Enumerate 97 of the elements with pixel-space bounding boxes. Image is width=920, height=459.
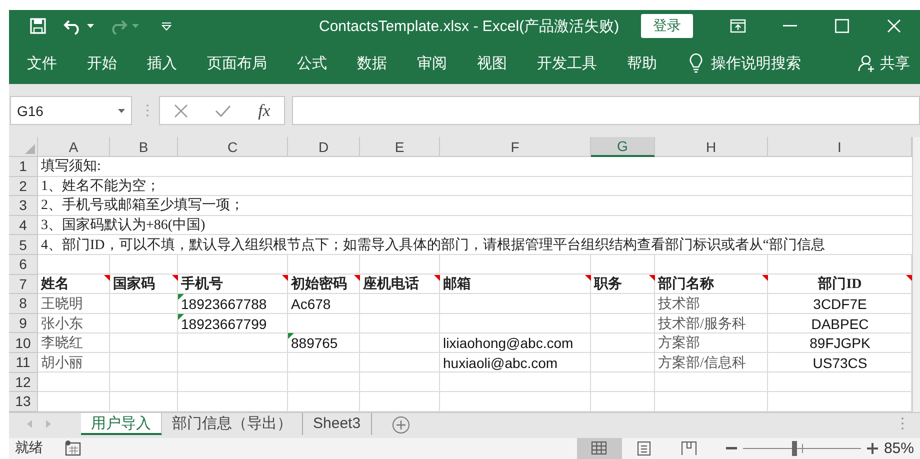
maximize-icon[interactable] (835, 19, 849, 33)
ribbon-tab[interactable]: 公式 (285, 50, 339, 76)
table-cell: 4、部门ID，可以不填，默认导入组织根节点下；如需导入具体的部门，请根据管理平台组织结构查看部门标识或者从“部门信息 (38, 235, 912, 255)
sheet-tab[interactable]: Sheet3 (303, 412, 372, 435)
table-cell: 座机电话 (360, 274, 440, 294)
table-cell: 1、姓名不能为空； (38, 176, 912, 196)
row-header[interactable]: 11 (9, 352, 38, 373)
table-cell-text: 技术部/服务科 (657, 316, 747, 334)
table-cell: 部门ID (768, 274, 912, 294)
customize-icon[interactable] (161, 22, 172, 30)
minimize-icon[interactable] (783, 25, 797, 27)
row-header[interactable]: 1 (9, 157, 38, 177)
column-header[interactable]: E (360, 137, 440, 157)
share-button[interactable]: 共享 (856, 52, 912, 74)
table-cell: 18923667799 (178, 314, 288, 334)
row-header[interactable]: 5 (9, 235, 38, 255)
normal-view-icon[interactable] (591, 440, 608, 456)
ribbon-tab[interactable]: 开发工具 (525, 50, 609, 76)
name-box[interactable]: G16 (10, 96, 132, 125)
formula-input[interactable] (292, 96, 920, 125)
table-cell: 3、国家码默认为+86(中国) (38, 216, 912, 236)
row-header[interactable]: 12 (9, 372, 38, 392)
insert-function-button[interactable]: fx (258, 100, 270, 120)
ribbon-tab[interactable]: 视图 (465, 50, 519, 76)
table-cell-text: 胡小丽 (40, 354, 84, 373)
table-cell: 职务 (591, 274, 655, 294)
table-cell: 国家码 (110, 274, 178, 294)
table-cell: 18923667788 (178, 294, 288, 314)
slider-thumb[interactable] (792, 440, 797, 456)
ribbon-tab[interactable]: 帮助 (615, 50, 669, 76)
cancel-icon[interactable] (174, 104, 188, 118)
column-header[interactable]: F (440, 137, 591, 157)
row-header[interactable]: 7 (9, 274, 38, 294)
row-header[interactable]: 4 (9, 216, 38, 236)
column-header[interactable]: B (110, 137, 178, 157)
ribbon-tab[interactable]: 插入 (135, 50, 189, 76)
row-header[interactable]: 2 (9, 176, 38, 196)
column-header[interactable]: A (38, 137, 110, 157)
table-cell-text: US73CS (812, 354, 868, 373)
table-cell-text: lixiaohong@abc.com (442, 334, 574, 353)
column-header[interactable]: H (655, 137, 768, 157)
close-icon[interactable] (887, 19, 901, 33)
check-icon[interactable] (214, 104, 231, 116)
table-cell-text: 张小东 (40, 315, 84, 334)
column-header[interactable]: G (591, 137, 655, 157)
person-icon (858, 54, 876, 72)
caret-icon[interactable] (87, 23, 94, 29)
table-cell-text: Ac678 (290, 294, 332, 314)
table-cell: 初始密码 (288, 274, 360, 294)
table-cell-text: 方案部 (657, 334, 701, 353)
ribbon-tab[interactable]: 页面布局 (195, 50, 279, 76)
row-header[interactable]: 8 (9, 294, 38, 314)
ribbon-tab[interactable]: 审阅 (405, 50, 459, 76)
table-cell: 填写须知: (38, 157, 912, 177)
table-cell-text: 李晓红 (40, 334, 84, 353)
ribbon-display-icon[interactable] (730, 19, 746, 33)
vertical-scrollbar[interactable] (912, 137, 920, 412)
row-header[interactable]: 13 (9, 392, 38, 412)
sheet-tab[interactable]: 用户导入 (81, 412, 162, 435)
zoom-out-icon[interactable] (726, 446, 737, 450)
page-layout-icon[interactable] (636, 440, 652, 456)
table-cell-text: huxiaoli@abc.com (442, 354, 559, 373)
ribbon-tab[interactable]: 文件 (15, 50, 69, 76)
table-cell: 889765 (288, 333, 360, 353)
lightbulb-icon[interactable] (689, 53, 703, 73)
vertical-dots-icon (146, 104, 149, 117)
add-sheet-icon[interactable] (392, 416, 410, 434)
page-break-icon[interactable] (681, 440, 698, 456)
window-title: ContactsTemplate.xlsx - Excel(产品激活失败) (319, 16, 620, 36)
table-cell-text: 3CDF7E (812, 294, 868, 314)
column-header[interactable]: D (288, 137, 360, 157)
ribbon-tab[interactable]: 开始 (75, 50, 129, 76)
ribbon-tab[interactable]: 数据 (345, 50, 399, 76)
table-cell-text: 王晓明 (40, 296, 84, 314)
table-cell: 部门名称 (655, 274, 768, 294)
row-header[interactable]: 9 (9, 314, 38, 334)
status-text: 就绪 (15, 439, 43, 458)
table-cell-text: 89FJGPK (808, 334, 872, 353)
sign-in-button[interactable]: 登录 (641, 14, 693, 38)
table-cell: 姓名 (38, 274, 110, 294)
sheet-tab[interactable]: 部门信息（导出） (162, 412, 303, 435)
column-header[interactable]: C (178, 137, 288, 157)
table-cell-text: DABPEC (810, 314, 870, 334)
save-icon[interactable] (29, 17, 47, 35)
macro-record-icon[interactable] (65, 440, 81, 456)
table-cell: 邮箱 (440, 274, 591, 294)
row-header[interactable]: 10 (9, 333, 38, 353)
tell-me-search[interactable]: 操作说明搜索 (711, 54, 801, 72)
row-header[interactable]: 3 (9, 196, 38, 216)
column-header[interactable]: I (768, 137, 912, 157)
zoom-in-icon[interactable] (866, 442, 878, 454)
dropdown-caret-icon[interactable] (118, 108, 125, 112)
table-cell-text: 方案部/信息科 (657, 354, 747, 373)
row-header[interactable]: 6 (9, 254, 38, 275)
table-cell: 手机号 (178, 274, 288, 294)
zoom-level[interactable]: 85% (884, 440, 914, 457)
table-cell-text: 技术部 (657, 296, 701, 314)
